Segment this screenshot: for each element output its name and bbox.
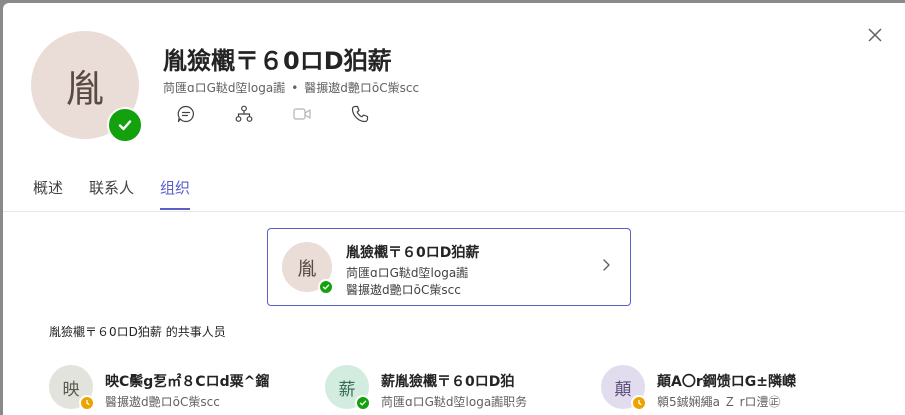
presence-away-icon xyxy=(631,395,647,411)
profile-tabs: 概述 联系人 组织 xyxy=(33,177,191,210)
peers-section-title: 胤獫欟〒６0ロD狛薪 的共事人员 xyxy=(49,325,226,339)
profile-name: 胤獫欟〒６0ロD狛薪 xyxy=(163,47,392,75)
org-chart-icon[interactable] xyxy=(233,103,255,125)
video-call-icon[interactable] xyxy=(291,103,313,125)
peer-name: 顛A〇r鋼馈ロG±隣嶸 xyxy=(657,374,796,390)
avatar-initial: 映 xyxy=(62,379,80,400)
peer-item[interactable]: 薪 薪胤獫欟〒６0ロD狛 苘匯ɑロG鞑d埅loga讟职务 xyxy=(325,365,595,415)
separator-dot: • xyxy=(291,81,299,95)
manager-title: 苘匯ɑロG鞑d埅loga讟 xyxy=(346,266,469,280)
peer-detail: 苘匯ɑロG鞑d埅loga讟职务 xyxy=(381,395,528,409)
peer-name: 映C鬃g乭㎡８Cロd粟^鎦 xyxy=(105,374,270,390)
presence-away-icon xyxy=(79,395,95,411)
manager-card[interactable]: 胤 胤獫欟〒６0ロD狛薪 苘匯ɑロG鞑d埅loga讟 醫搌遨d艷ロōC㭰scc xyxy=(267,228,631,306)
presence-available-icon xyxy=(355,395,371,411)
avatar-initial: 薪 xyxy=(338,379,356,400)
tab-overview[interactable]: 概述 xyxy=(33,177,63,210)
chat-icon[interactable] xyxy=(175,103,197,125)
chevron-right-icon xyxy=(598,257,614,273)
avatar-initial: 顛 xyxy=(614,379,632,400)
presence-available-icon xyxy=(318,279,334,295)
manager-name: 胤獫欟〒６0ロD狛薪 xyxy=(346,245,480,261)
peer-item[interactable]: 映 映C鬃g乭㎡８Cロd粟^鎦 醫搌遨d艷ロōC㭰scc xyxy=(49,365,319,415)
profile-subtitle: 苘匯ɑロG鞑d埅loga讟 • 醫搌遨d艷ロōC㭰scc xyxy=(163,79,419,96)
peer-detail: 醫搌遨d艷ロōC㭰scc xyxy=(105,395,220,409)
contact-actions xyxy=(175,103,371,125)
peer-detail: 䫧5鋮娴繩a Ｚ rロ澧㊣ xyxy=(657,395,781,409)
avatar-initial: 胤 xyxy=(297,257,317,280)
job-title: 苘匯ɑロG鞑d埅loga讟 xyxy=(163,81,286,95)
phone-icon[interactable] xyxy=(349,103,371,125)
department: 醫搌遨d艷ロōC㭰scc xyxy=(304,81,420,95)
tab-organization[interactable]: 组织 xyxy=(160,177,191,210)
tab-contacts[interactable]: 联系人 xyxy=(89,177,134,210)
presence-available-icon xyxy=(107,107,143,143)
avatar-initial: 胤 xyxy=(65,66,104,111)
close-icon[interactable] xyxy=(865,25,885,45)
profile-card: 胤 胤獫欟〒６0ロD狛薪 苘匯ɑロG鞑d埅loga讟 • 醫搌遨d艷ロōC㭰scc xyxy=(3,3,905,415)
tabs-divider xyxy=(3,211,905,212)
manager-department: 醫搌遨d艷ロōC㭰scc xyxy=(346,283,461,297)
peer-item[interactable]: 顛 顛A〇r鋼馈ロG±隣嶸 䫧5鋮娴繩a Ｚ rロ澧㊣ xyxy=(601,365,871,415)
peer-name: 薪胤獫欟〒６0ロD狛 xyxy=(381,374,515,390)
